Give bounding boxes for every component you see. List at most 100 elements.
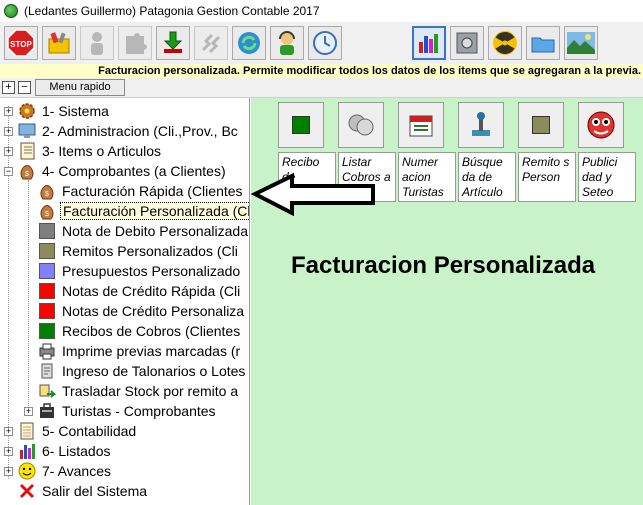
tree-item-imprime-previas[interactable]: Imprime previas marcadas (r <box>38 341 242 361</box>
app-icon <box>4 4 18 18</box>
tree-expander[interactable]: + <box>4 447 13 456</box>
quick-label-busqueda: Búsque da de Artículo <box>458 152 516 202</box>
folder-icon <box>531 37 555 53</box>
down-arrow-icon <box>163 31 183 53</box>
tree-item-talonarios[interactable]: Ingreso de Talonarios o Lotes <box>38 361 247 381</box>
quick-button-recibo[interactable] <box>278 102 324 148</box>
cash-bag-icon: $ <box>38 182 56 200</box>
smiley-icon <box>18 462 36 480</box>
safe-button[interactable] <box>450 26 484 60</box>
tree-expander[interactable]: + <box>4 127 13 136</box>
calendar-icon <box>409 115 433 137</box>
tree-item-contabilidad[interactable]: 5- Contabilidad <box>18 421 138 441</box>
tree-item-sistema[interactable]: 1- Sistema <box>18 101 111 121</box>
monitor-icon <box>18 122 36 140</box>
title-bar: (Ledantes Guillermo) Patagonia Gestion C… <box>0 0 643 22</box>
tree-item-listados[interactable]: 6- Listados <box>18 441 112 461</box>
tree-item-administracion[interactable]: 2- Administracion (Cli.,Prov., Bc <box>18 121 240 141</box>
olive-square-icon <box>38 242 56 260</box>
collapse-all-button[interactable]: − <box>18 81 31 94</box>
suitcase-icon <box>38 402 56 420</box>
menu-rapido-button[interactable]: Menu rapido <box>35 79 125 96</box>
quick-label-numeracion: Numer acion Turistas <box>398 152 456 202</box>
tree-expander[interactable]: + <box>4 147 13 156</box>
landscape-button[interactable] <box>564 26 598 60</box>
quick-label-publicidad: Publici dad y Seteo <box>578 152 636 202</box>
quick-button-busqueda[interactable] <box>458 102 504 148</box>
tree-item-recibos[interactable]: Recibos de Cobros (Clientes <box>38 321 242 341</box>
quick-button-publicidad[interactable] <box>578 102 624 148</box>
main-toolbar: STOP <box>0 22 643 64</box>
expand-all-button[interactable]: + <box>2 81 15 94</box>
puzzle-icon <box>126 33 147 54</box>
support-agent-icon <box>279 31 295 55</box>
person-icon <box>91 32 103 55</box>
quick-label-remitos: Remito s Person <box>518 152 576 202</box>
window-title: (Ledantes Guillermo) Patagonia Gestion C… <box>24 4 320 18</box>
tree-item-facturacion-personalizada[interactable]: $ Facturación Personalizada (Clientes <box>38 201 249 221</box>
tools-button[interactable] <box>42 26 76 60</box>
svg-text:$: $ <box>25 171 29 178</box>
quick-button-numeracion[interactable] <box>398 102 444 148</box>
green-square-icon <box>292 116 310 134</box>
quick-button-remitos[interactable] <box>518 102 564 148</box>
cash-bag-icon: $ <box>38 202 56 220</box>
toolbar-hint: Facturacion personalizada. Permite modif… <box>0 64 643 78</box>
tree-item-items[interactable]: 3- Items o Articulos <box>18 141 163 161</box>
gear-icon <box>18 102 36 120</box>
bar-chart-icon <box>18 442 36 460</box>
tree-expander[interactable]: + <box>4 427 13 436</box>
tree-item-comprobantes[interactable]: $ 4- Comprobantes (a Clientes) <box>18 161 228 181</box>
tree-item-trasladar-stock[interactable]: Trasladar Stock por remito a <box>38 381 240 401</box>
tree-item-nota-debito[interactable]: Nota de Debito Personalizada <box>38 221 249 241</box>
tree-item-notas-credito-personalizada[interactable]: Notas de Crédito Personaliza <box>38 301 246 321</box>
tree-expander[interactable]: + <box>4 107 13 116</box>
bar-chart-icon <box>419 34 438 53</box>
tree-item-facturacion-rapida[interactable]: $ Facturación Rápida (Clientes <box>38 181 245 201</box>
clock-button[interactable] <box>308 26 342 60</box>
tree-expander[interactable]: + <box>24 407 33 416</box>
chart-button[interactable] <box>412 26 446 60</box>
steps-button[interactable] <box>194 26 228 60</box>
user-button[interactable] <box>80 26 114 60</box>
clock-icon <box>313 31 337 55</box>
puzzle-button[interactable] <box>118 26 152 60</box>
tree-expander[interactable]: + <box>4 467 13 476</box>
tree-item-notas-credito-rapida[interactable]: Notas de Crédito Rápida (Cli <box>38 281 242 301</box>
red-square-icon <box>38 282 56 300</box>
radiation-button[interactable] <box>488 26 522 60</box>
tools-icon <box>48 32 70 54</box>
safe-icon <box>456 32 478 54</box>
stop-button[interactable]: STOP <box>4 26 38 60</box>
close-icon <box>18 482 36 500</box>
landscape-icon <box>567 32 595 54</box>
support-button[interactable] <box>270 26 304 60</box>
coins-icon <box>348 114 374 136</box>
cash-bag-icon: $ <box>18 162 36 180</box>
steps-icon <box>201 33 221 54</box>
navigation-tree: + 1- Sistema + 2- Administracion (Cli.,P… <box>0 98 250 505</box>
blue-square-icon <box>38 262 56 280</box>
tree-item-salir[interactable]: Salir del Sistema <box>18 481 149 501</box>
tree-item-turistas[interactable]: Turistas - Comprobantes <box>38 401 218 421</box>
ledger-icon <box>18 422 36 440</box>
joystick-icon <box>472 112 490 136</box>
mascot-icon <box>587 111 615 139</box>
receipt-icon <box>38 362 56 380</box>
refresh-button[interactable] <box>232 26 266 60</box>
main-panel: Recibo de Cobros Listar Cobros a Numer a… <box>251 98 643 505</box>
radiation-icon <box>493 31 517 55</box>
gray-square-icon <box>38 222 56 240</box>
tree-item-avances[interactable]: 7- Avances <box>18 461 113 481</box>
printer-icon <box>38 342 56 360</box>
tree-item-remitos[interactable]: Remitos Personalizados (Cli <box>38 241 240 261</box>
folder-button[interactable] <box>526 26 560 60</box>
tree-item-presupuestos[interactable]: Presupuestos Personalizado <box>38 261 242 281</box>
tree-expander[interactable]: − <box>4 167 13 176</box>
transfer-icon <box>38 382 56 400</box>
stop-sign-icon: STOP <box>7 29 35 57</box>
quick-button-listar-cobros[interactable] <box>338 102 384 148</box>
annotation-arrow-icon <box>250 172 375 217</box>
svg-text:$: $ <box>45 191 49 198</box>
download-button[interactable] <box>156 26 190 60</box>
